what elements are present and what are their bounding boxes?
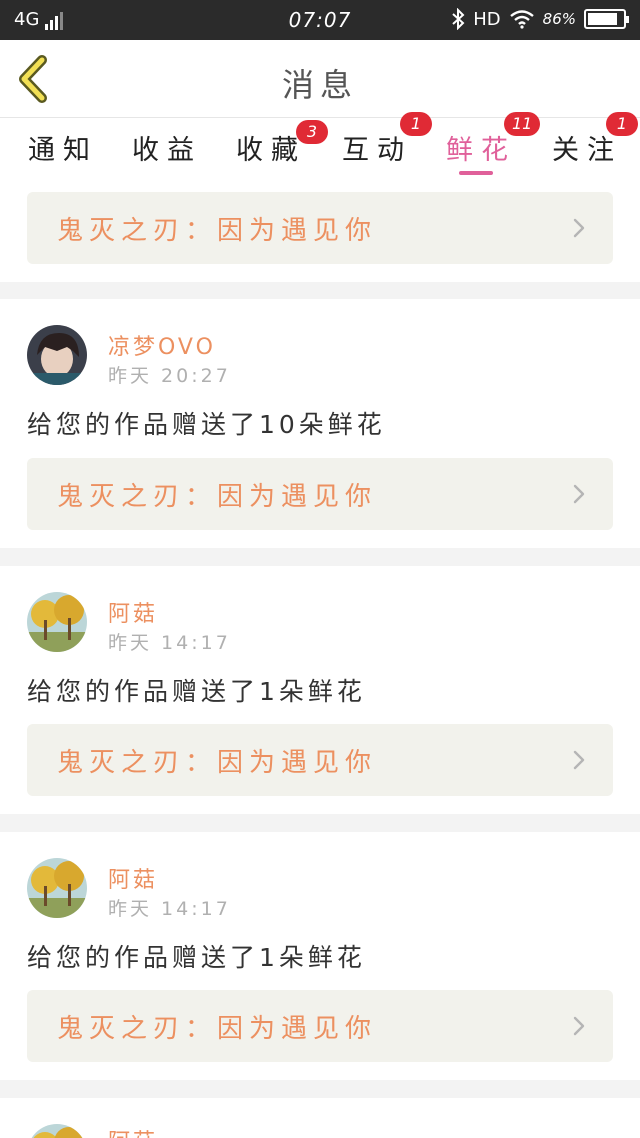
- avatar[interactable]: [27, 592, 87, 652]
- avatar-image: [27, 858, 87, 918]
- post-time: 昨天 14:17: [108, 632, 231, 654]
- battery-percent: 86%: [542, 10, 576, 28]
- post-time: 昨天 20:27: [108, 365, 231, 387]
- unread-badge: 1: [606, 112, 638, 136]
- post-time: 昨天 14:17: [108, 898, 231, 920]
- bluetooth-icon: [452, 8, 465, 30]
- user-name[interactable]: 阿菇: [108, 862, 158, 894]
- chevron-right-icon: [573, 484, 585, 504]
- message-card: 阿菇: [0, 1098, 640, 1138]
- user-name[interactable]: 阿菇: [108, 1124, 158, 1138]
- battery-icon: [584, 9, 629, 29]
- gift-message: 给您的作品赠送了1朵鲜花: [27, 943, 366, 972]
- hd-label: HD: [473, 8, 501, 30]
- chevron-right-icon: [573, 1016, 585, 1036]
- user-name[interactable]: 凉梦OVO: [108, 329, 216, 361]
- unread-badge: 1: [400, 112, 432, 136]
- chevron-right-icon: [573, 750, 585, 770]
- status-bar: 4G 07:07 HD 86%: [0, 0, 640, 40]
- message-card: 阿菇 昨天 14:17 给您的作品赠送了1朵鲜花 鬼灭之刃：因为遇见你: [0, 832, 640, 1080]
- tab-label: 关注: [552, 135, 622, 166]
- work-title: 鬼灭之刃：因为遇见你: [57, 216, 378, 246]
- tab-label: 通知: [28, 135, 98, 166]
- avatar[interactable]: [27, 1124, 87, 1138]
- message-card: 阿菇 昨天 14:17 给您的作品赠送了1朵鲜花 鬼灭之刃：因为遇见你: [0, 566, 640, 814]
- gift-message: 给您的作品赠送了10朵鲜花: [27, 410, 386, 439]
- page-title: 消息: [281, 66, 358, 104]
- wifi-icon: [509, 10, 534, 29]
- avatar-image: [27, 592, 87, 652]
- work-link[interactable]: 鬼灭之刃：因为遇见你: [27, 724, 613, 796]
- work-link[interactable]: 鬼灭之刃：因为遇见你: [27, 192, 613, 264]
- tab-favorites[interactable]: 收藏 3: [236, 120, 328, 167]
- message-card: 鬼灭之刃：因为遇见你: [0, 180, 640, 282]
- tab-interactions[interactable]: 互动: [342, 128, 412, 167]
- work-title: 鬼灭之刃：因为遇见你: [57, 1014, 378, 1044]
- gift-message: 给您的作品赠送了1朵鲜花: [27, 677, 366, 706]
- top-nav-bar: 消息: [0, 40, 640, 118]
- status-icons: HD 86%: [451, 8, 629, 30]
- tab-notifications[interactable]: 通知: [28, 128, 98, 167]
- avatar[interactable]: [27, 858, 87, 918]
- tab-earnings[interactable]: 收益: [132, 128, 202, 167]
- work-link[interactable]: 鬼灭之刃：因为遇见你: [27, 458, 613, 530]
- work-title: 鬼灭之刃：因为遇见你: [57, 748, 378, 778]
- active-tab-indicator: [459, 171, 493, 175]
- tab-label: 收藏: [236, 135, 306, 166]
- tab-flowers[interactable]: 鲜花: [446, 128, 516, 167]
- avatar-image: [27, 325, 87, 385]
- message-card: 凉梦OVO 昨天 20:27 给您的作品赠送了10朵鲜花 鬼灭之刃：因为遇见你: [0, 299, 640, 548]
- avatar[interactable]: [27, 325, 87, 385]
- tab-label: 互动: [342, 135, 412, 166]
- work-link[interactable]: 鬼灭之刃：因为遇见你: [27, 990, 613, 1062]
- work-title: 鬼灭之刃：因为遇见你: [57, 482, 378, 512]
- unread-badge: 3: [296, 120, 328, 144]
- avatar-image: [27, 1124, 87, 1138]
- unread-badge: 11: [504, 112, 541, 136]
- tab-label: 鲜花: [446, 135, 516, 166]
- tab-label: 收益: [132, 135, 202, 166]
- user-name[interactable]: 阿菇: [108, 596, 158, 628]
- chevron-right-icon: [573, 218, 585, 238]
- message-tabs: 通知 收益 收藏 3 互动 鲜花 关注 1 11 1: [0, 112, 640, 180]
